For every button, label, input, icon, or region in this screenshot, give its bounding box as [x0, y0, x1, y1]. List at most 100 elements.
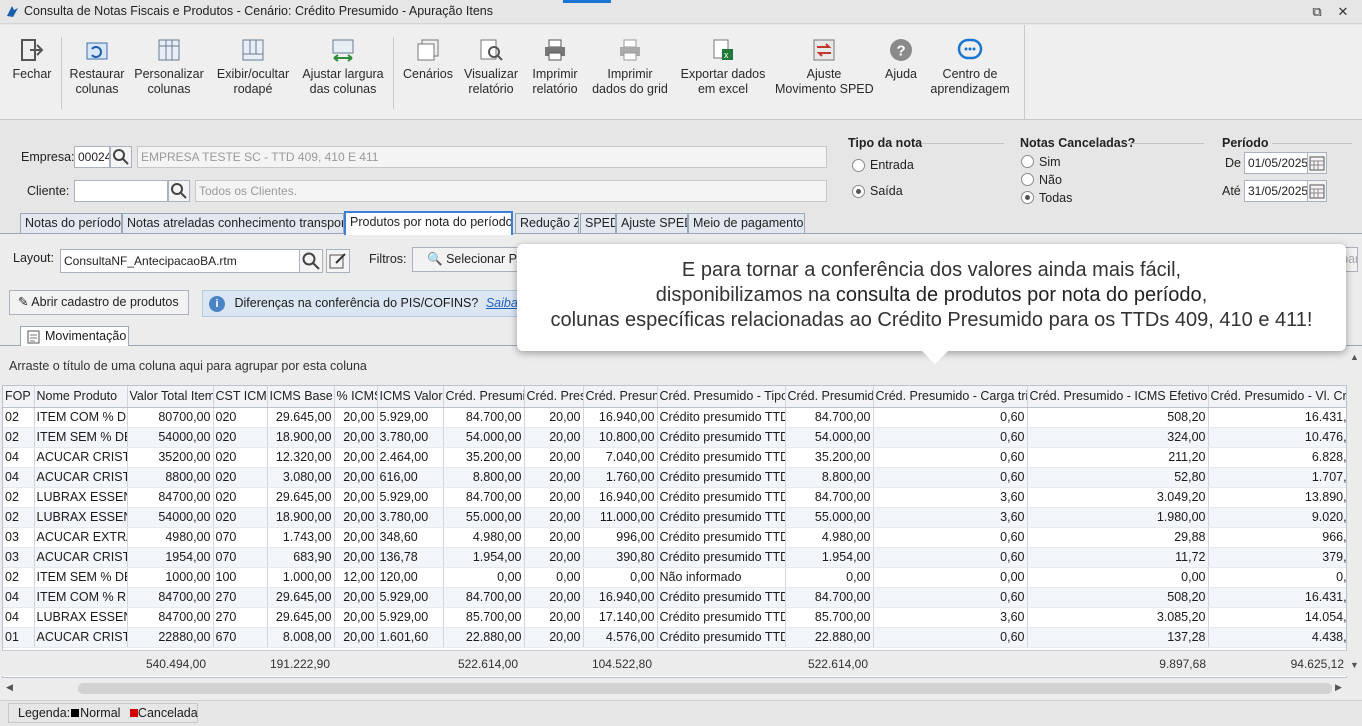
tipo-entrada-radio[interactable]	[852, 159, 865, 172]
ajuda-button[interactable]: ? Ajuda	[881, 31, 921, 82]
table-cell: 270	[213, 587, 268, 608]
tab-sped[interactable]: SPED	[580, 213, 616, 234]
search-icon	[302, 252, 320, 270]
total-cred-presumido: 522.614,00	[457, 657, 518, 671]
column-header[interactable]: Créd. Presumido - ICMS Efetivo	[1027, 386, 1209, 408]
table-cell: 137,28	[1027, 627, 1209, 648]
layout-input[interactable]: ConsultaNF_AntecipacaoBA.rtm	[60, 249, 300, 273]
imprimir-dados-grid-button[interactable]: Imprimir dados do grid	[590, 31, 670, 97]
visualizar-relatorio-button[interactable]: Visualizar relatório	[462, 31, 520, 97]
canc-sim-radio[interactable]	[1021, 155, 1034, 168]
column-header[interactable]: Valor Total Item	[127, 386, 214, 408]
table-row[interactable]: 04ACUCAR CRISTA8800,000203.080,0020,0061…	[3, 467, 1346, 488]
table-row[interactable]: 04LUBRAX ESSENC84700,0027029.645,0020,00…	[3, 607, 1346, 628]
total-icms-efetivo: 9.897,68	[1159, 657, 1206, 671]
toolbar-ribbon: Fechar Restaurar colunas Personalizar colu…	[0, 25, 1362, 120]
scroll-right-icon[interactable]: ▶	[1335, 682, 1342, 693]
restaurar-colunas-button[interactable]: Restaurar colunas	[66, 31, 128, 97]
table-cell: 20,00	[334, 447, 378, 468]
ajustar-largura-button[interactable]: Ajustar largura das colunas	[299, 31, 387, 97]
data-de-input[interactable]: 01/05/2025	[1244, 152, 1308, 174]
layout-search-button[interactable]	[299, 249, 323, 273]
tab-produtos-nota[interactable]: Produtos por nota do período	[344, 211, 513, 235]
column-header[interactable]: FOP	[3, 386, 35, 408]
title-bar: Consulta de Notas Fiscais e Produtos - C…	[0, 0, 1362, 24]
exibir-ocultar-rodape-button[interactable]: Exibir/ocultar rodapé	[212, 31, 294, 97]
column-header[interactable]: Créd. Presumido	[524, 386, 584, 408]
column-header[interactable]: Créd. Presumido	[583, 386, 658, 408]
cliente-search-button[interactable]	[168, 180, 190, 202]
table-cell: 1.760,00	[583, 467, 658, 488]
table-cell: 20,00	[334, 467, 378, 488]
table-cell: 020	[213, 487, 268, 508]
column-header[interactable]: Créd. Presumido - Vl. Créd.	[1208, 386, 1346, 408]
table-cell: 0,60	[873, 587, 1028, 608]
table-row[interactable]: 03 ACUCAR EXTRA 4980,00 070 1.743,00 20,00 348…	[3, 527, 1346, 548]
empresa-search-button[interactable]	[110, 146, 132, 168]
data-ate-input[interactable]: 31/05/2025	[1244, 180, 1308, 202]
table-cell: 5.929,00	[377, 487, 444, 508]
exit-icon	[21, 39, 44, 61]
abrir-cadastro-produtos-button[interactable]: ✎ Abrir cadastro de produtos	[9, 290, 189, 315]
imprimir-relatorio-button[interactable]: Imprimir relatório	[527, 31, 583, 97]
table-cell: 02	[3, 407, 35, 428]
column-header[interactable]: Nome Produto	[34, 386, 128, 408]
canc-nao-radio[interactable]	[1021, 173, 1034, 186]
column-header[interactable]: Créd. Presumido	[443, 386, 525, 408]
table-row[interactable]: 02LUBRAX ESSENC84700,0002029.645,0020,00…	[3, 487, 1346, 508]
tab-reducao-z[interactable]: Redução Z	[515, 213, 579, 234]
table-row[interactable]: 04ACUCAR CRISTA35200,0002012.320,0020,00…	[3, 447, 1346, 468]
ajuste-movimento-sped-button[interactable]: Ajuste Movimento SPED	[775, 31, 874, 97]
scroll-thumb[interactable]	[78, 683, 1332, 694]
scroll-left-icon[interactable]: ◀	[6, 682, 13, 693]
canc-todas-radio[interactable]	[1021, 191, 1034, 204]
close-window-icon[interactable]: ✕	[1334, 3, 1352, 21]
table-cell: 04	[3, 467, 35, 488]
horizontal-scrollbar[interactable]: ◀ ▶	[2, 680, 1347, 697]
table-cell: 22.880,00	[785, 627, 874, 648]
centro-aprendizagem-button[interactable]: Centro de aprendizagem	[930, 31, 1010, 97]
table-cell: 29.645,00	[267, 607, 335, 628]
fechar-button[interactable]: Fechar	[8, 31, 56, 82]
exportar-excel-button[interactable]: x Exportar dados em excel	[680, 31, 766, 97]
scroll-down-icon[interactable]: ▼	[1350, 660, 1359, 670]
title-accent-bar	[563, 0, 611, 3]
layout-edit-button[interactable]	[326, 249, 350, 273]
tab-ajuste-sped[interactable]: Ajuste SPED	[616, 213, 688, 234]
personalizar-colunas-button[interactable]: Personalizar colunas	[134, 31, 204, 97]
cenarios-button[interactable]: Cenários	[400, 31, 456, 82]
tipo-saida-radio[interactable]	[852, 185, 865, 198]
table-cell: 10.800,00	[583, 427, 658, 448]
vertical-scrollbar[interactable]: ▲ ▼	[1347, 350, 1362, 678]
sped-adjust-icon	[813, 39, 835, 61]
data-de-calendar-button[interactable]	[1307, 152, 1327, 174]
cliente-code-input[interactable]	[74, 180, 168, 202]
tab-notas-periodo[interactable]: Notas do período	[20, 213, 122, 234]
table-cell: 80700,00	[127, 407, 214, 428]
table-row[interactable]: 02 ITEM COM % DE 80700,00 020 29.645,00 20,00…	[3, 407, 1346, 428]
column-header[interactable]: % ICMS	[334, 386, 378, 408]
table-row[interactable]: 02LUBRAX ESSENC54000,0002018.900,0020,00…	[3, 507, 1346, 528]
table-cell: 4.438,72	[1208, 627, 1346, 648]
column-header[interactable]: ICMS Base ICMS	[267, 386, 335, 408]
scroll-up-icon[interactable]: ▲	[1350, 352, 1359, 362]
column-header[interactable]: CST ICMS ▲	[213, 386, 268, 408]
table-row[interactable]: 02ITEM SEM % DE I54000,0002018.900,0020,…	[3, 427, 1346, 448]
empresa-code-input[interactable]: 00024	[74, 146, 110, 168]
table-row[interactable]: 04 ITEM COM % RE 84700,00 270 29.645,00 20,00…	[3, 587, 1346, 608]
table-cell: 16.940,00	[583, 487, 658, 508]
restore-window-icon[interactable]: ⧉	[1308, 3, 1326, 21]
table-cell: Crédito presumido TTD	[657, 447, 786, 468]
tab-meio-pagamento[interactable]: Meio de pagamento	[688, 213, 805, 234]
subtab-movimentacao[interactable]: Movimentação	[20, 326, 129, 346]
column-header[interactable]: Créd. Presumido - Carga tributária	[873, 386, 1028, 408]
column-header[interactable]: Créd. Presumido	[785, 386, 874, 408]
table-row[interactable]: 02ITEM SEM % DE I1000,001001.000,0012,00…	[3, 567, 1346, 588]
table-cell: 020	[213, 507, 268, 528]
tab-notas-conhecimento[interactable]: Notas atreladas conhecimento transporte	[122, 213, 344, 234]
table-row[interactable]: 03ACUCAR CRISTA1954,00070683,9020,00136,…	[3, 547, 1346, 568]
column-header[interactable]: ICMS Valor	[377, 386, 444, 408]
column-header[interactable]: Créd. Presumido - Tipo	[657, 386, 786, 408]
table-row[interactable]: 01ACUCAR CRISTA22880,006708.008,0020,001…	[3, 627, 1346, 648]
data-ate-calendar-button[interactable]	[1307, 180, 1327, 202]
